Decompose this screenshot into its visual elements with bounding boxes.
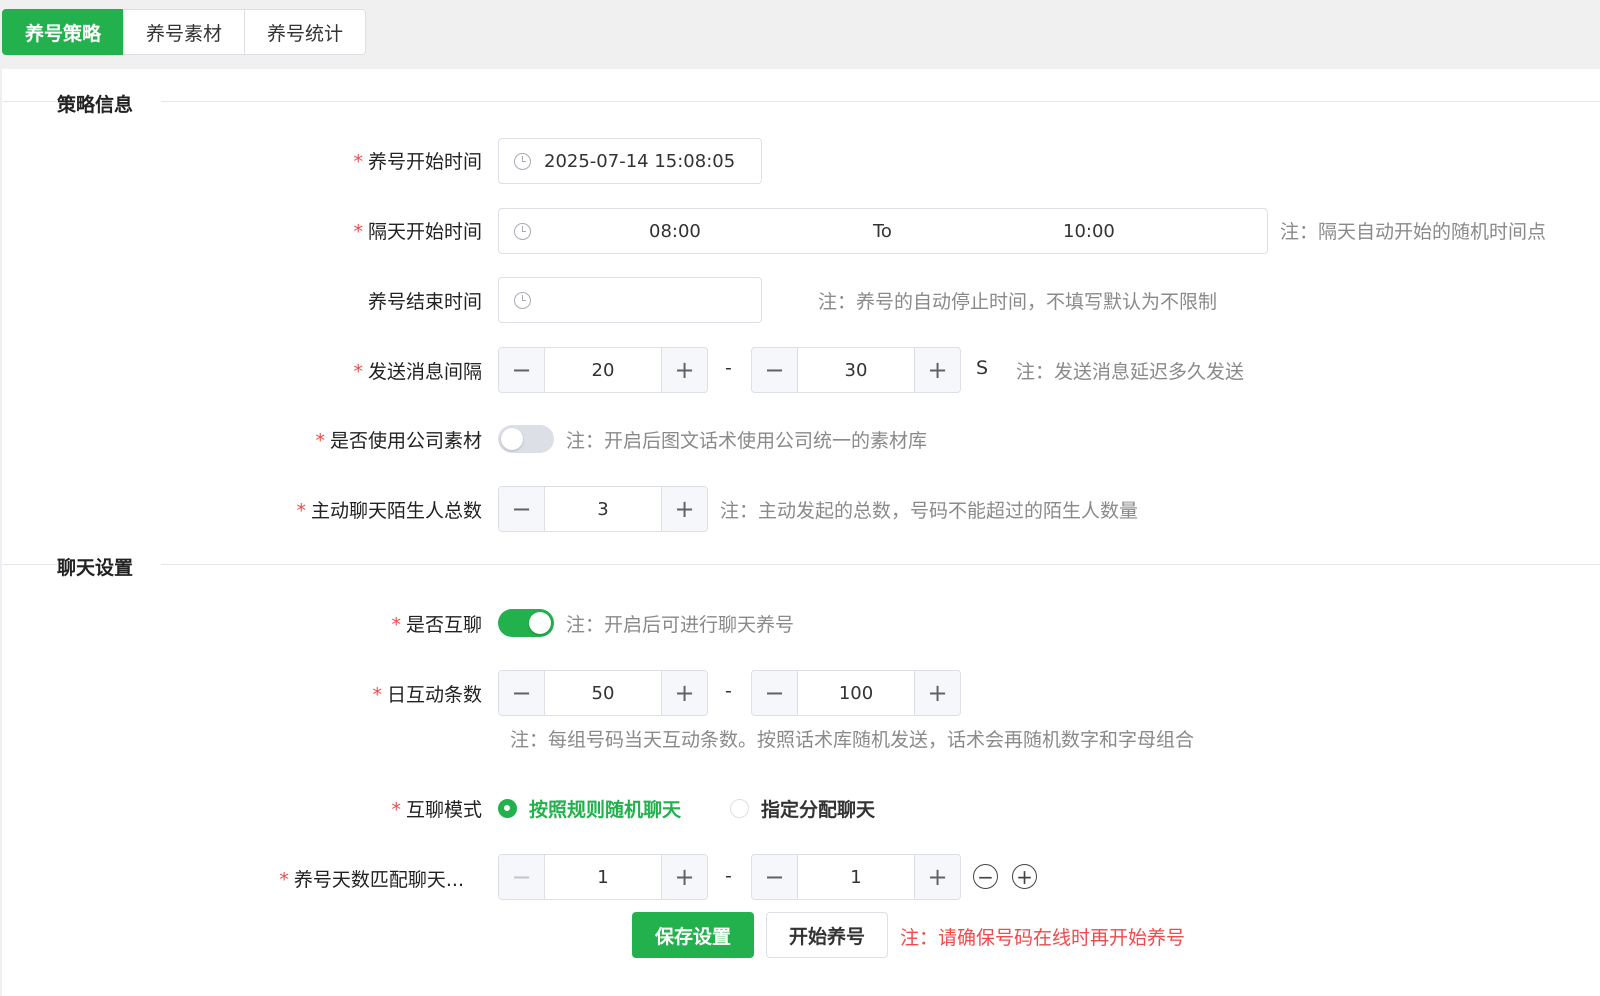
plus-circle-icon[interactable]: + <box>1012 864 1037 889</box>
tab-material[interactable]: 养号素材 <box>123 9 246 55</box>
stranger-total-note: 注：主动发起的总数，号码不能超过的陌生人数量 <box>720 500 1139 522</box>
clock-icon <box>514 152 531 170</box>
switch-knob <box>501 428 523 450</box>
minus-icon[interactable]: − <box>499 487 545 531</box>
next-day-label: * 隔天开始时间 <box>353 221 482 243</box>
start-time-picker[interactable]: 2025-07-14 15:08:05 <box>498 138 762 184</box>
minus-circle-icon[interactable]: − <box>973 864 998 889</box>
radio-unchecked-icon <box>730 799 749 818</box>
next-day-note: 注：隔天自动开始的随机时间点 <box>1280 221 1547 243</box>
radio-label: 按照规则随机聊天 <box>529 799 682 821</box>
minus-icon[interactable]: − <box>499 348 545 392</box>
interval-max-value[interactable]: 30 <box>798 348 914 392</box>
plus-icon[interactable]: + <box>914 671 960 715</box>
save-settings-button[interactable]: 保存设置 <box>632 912 754 958</box>
interval-note: 注：发送消息延迟多久发送 <box>1016 361 1245 383</box>
minus-icon[interactable]: − <box>499 855 545 899</box>
interval-min-value[interactable]: 20 <box>545 348 661 392</box>
daily-min-stepper: − 50 + <box>498 670 708 716</box>
section-title-chat: 聊天设置 <box>57 553 162 580</box>
plus-icon[interactable]: + <box>661 487 707 531</box>
mutual-chat-switch[interactable] <box>498 609 554 637</box>
radio-checked-icon <box>498 799 517 818</box>
plus-icon[interactable]: + <box>914 855 960 899</box>
stranger-total-label: * 主动聊天陌生人总数 <box>296 500 482 522</box>
plus-icon[interactable]: + <box>661 348 707 392</box>
start-time-label: * 养号开始时间 <box>353 151 482 173</box>
start-nurturing-button[interactable]: 开始养号 <box>766 912 888 958</box>
daily-count-label: * 日互动条数 <box>372 684 482 706</box>
next-day-range-picker[interactable]: 08:00 To 10:00 <box>498 208 1268 254</box>
end-time-note: 注：养号的自动停止时间，不填写默认为不限制 <box>818 291 1218 313</box>
range-dash: - <box>725 680 732 702</box>
end-time-label: 养号结束时间 <box>367 291 482 313</box>
start-time-value: 2025-07-14 15:08:05 <box>544 150 736 172</box>
range-start-value: 08:00 <box>649 220 701 242</box>
interval-label: * 发送消息间隔 <box>353 361 482 383</box>
day-match-label: * 养号天数匹配聊天... <box>279 869 464 891</box>
section-divider <box>2 564 1600 565</box>
range-end-value: 10:00 <box>1063 220 1115 242</box>
section-divider <box>2 101 1600 102</box>
minus-icon[interactable]: − <box>499 671 545 715</box>
settings-panel: 策略信息 * 养号开始时间 2025-07-14 15:08:05 * 隔天开始时间… <box>2 69 1600 996</box>
minus-icon[interactable]: − <box>752 348 798 392</box>
switch-knob <box>529 612 551 634</box>
online-warning-note: 注：请确保号码在线时再开始养号 <box>900 927 1186 949</box>
section-title-strategy: 策略信息 <box>57 90 162 117</box>
mutual-chat-note: 注：开启后可进行聊天养号 <box>566 614 795 636</box>
radio-label: 指定分配聊天 <box>761 799 876 821</box>
minus-icon[interactable]: − <box>752 671 798 715</box>
interval-max-stepper: − 30 + <box>751 347 961 393</box>
company-material-switch[interactable] <box>498 425 554 453</box>
daily-max-value[interactable]: 100 <box>798 671 914 715</box>
day-match-max-value[interactable]: 1 <box>798 855 914 899</box>
day-match-max-stepper: − 1 + <box>751 854 961 900</box>
clock-icon <box>514 291 531 309</box>
chat-mode-label: * 互聊模式 <box>391 799 482 821</box>
plus-icon[interactable]: + <box>914 348 960 392</box>
interval-unit: S <box>976 357 989 379</box>
day-match-min-value[interactable]: 1 <box>545 855 661 899</box>
interval-min-stepper: − 20 + <box>498 347 708 393</box>
stranger-total-value[interactable]: 3 <box>545 487 661 531</box>
radio-assigned-chat[interactable]: 指定分配聊天 <box>730 795 875 822</box>
stranger-total-stepper: − 3 + <box>498 486 708 532</box>
range-separator: To <box>873 220 892 242</box>
day-match-min-stepper: − 1 + <box>498 854 708 900</box>
tab-strategy[interactable]: 养号策略 <box>2 9 125 55</box>
clock-icon <box>514 222 531 240</box>
radio-random-chat[interactable]: 按照规则随机聊天 <box>498 795 681 822</box>
range-dash: - <box>725 357 732 379</box>
plus-icon[interactable]: + <box>661 671 707 715</box>
minus-icon[interactable]: − <box>752 855 798 899</box>
daily-min-value[interactable]: 50 <box>545 671 661 715</box>
range-dash: - <box>725 865 732 887</box>
daily-max-stepper: − 100 + <box>751 670 961 716</box>
company-material-label: * 是否使用公司素材 <box>315 430 482 452</box>
company-material-note: 注：开启后图文话术使用公司统一的素材库 <box>566 430 928 452</box>
tab-bar: 养号策略 养号素材 养号统计 <box>2 9 367 55</box>
plus-icon[interactable]: + <box>661 855 707 899</box>
end-time-picker[interactable] <box>498 277 762 323</box>
tab-stats[interactable]: 养号统计 <box>244 9 367 55</box>
daily-count-note: 注：每组号码当天互动条数。按照话术库随机发送，话术会再随机数字和字母组合 <box>510 729 1195 751</box>
mutual-chat-label: * 是否互聊 <box>391 614 482 636</box>
